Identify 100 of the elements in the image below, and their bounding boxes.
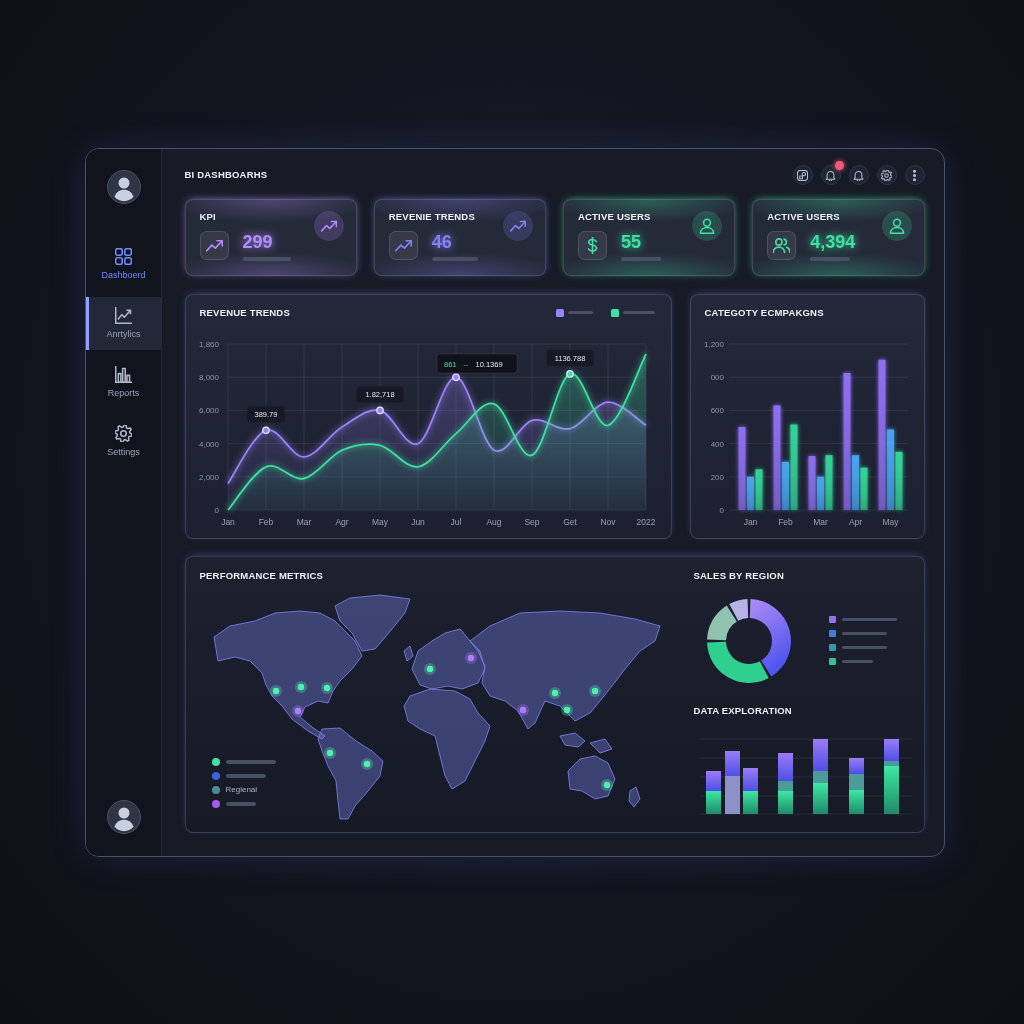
line-chart-icon: [115, 307, 132, 324]
grid-icon: [115, 248, 132, 265]
map-hotspot-icon: [560, 703, 573, 716]
map-hotspot-icon: [423, 662, 436, 675]
placeholder-line: [622, 311, 655, 314]
kpi-title: REVENIE TRENDS: [388, 210, 476, 223]
placeholder-line: [810, 256, 851, 261]
x-axis-label: May: [881, 516, 899, 527]
user-icon: [881, 210, 912, 241]
map-hotspot-icon: [291, 704, 304, 717]
y-axis-label: 8,000: [198, 372, 219, 382]
placeholder-line: [225, 759, 276, 764]
x-axis-label: Mar: [812, 516, 828, 527]
dollar-icon: [578, 230, 607, 260]
avatar-icon: [106, 170, 141, 204]
placeholder-line: [431, 256, 478, 261]
settings-button[interactable]: [876, 165, 897, 185]
section-title: SALES BY REGION: [693, 569, 785, 582]
placeholder-line: [841, 660, 873, 663]
island-shape: [559, 732, 585, 747]
x-axis-label: Agr: [334, 516, 349, 527]
placeholder-line: [841, 618, 897, 621]
bell-icon: [825, 169, 836, 181]
y-axis-label: 000: [710, 372, 724, 382]
stacked-bar: [848, 757, 864, 814]
gear-icon: [881, 169, 892, 181]
y-axis-label: 1,860: [198, 339, 219, 349]
island-shape: [589, 738, 612, 753]
y-axis-label: 0: [214, 505, 219, 515]
avatar-icon: [106, 800, 141, 834]
dashboard-title: BI DASHBOARHS: [184, 169, 268, 181]
data-point-icon: [565, 369, 574, 378]
x-axis-label: May: [371, 516, 388, 527]
section-title: PERFORMANCE METRICS: [199, 569, 325, 582]
x-axis-label: Apr: [848, 516, 862, 527]
users-icon: [767, 230, 797, 260]
chart-title: CATEGOTY ECMPAKGNS: [704, 306, 824, 320]
section-title: DATA EXPLORATION: [693, 704, 793, 717]
kpi-value: 55: [621, 231, 643, 252]
map-hotspot-icon: [323, 746, 336, 759]
placeholder-line: [621, 256, 661, 261]
y-axis-label: 400: [710, 439, 724, 449]
data-point-icon: [451, 372, 460, 381]
placeholder-line: [225, 801, 256, 806]
kpi-value: 4,394: [810, 231, 856, 252]
x-axis-label: Mar: [296, 516, 311, 527]
x-axis-label: Nov: [599, 516, 616, 527]
x-axis-label: Feb: [777, 516, 793, 527]
x-axis-label: Aug: [485, 516, 502, 527]
y-axis-label: 0: [719, 505, 724, 515]
notifications-button[interactable]: [848, 165, 869, 185]
island-shape: [403, 645, 413, 661]
y-axis-label: 6,000: [198, 405, 219, 415]
legend-label: Regienal: [225, 785, 258, 794]
nav-item[interactable]: Dashboerd: [86, 238, 161, 291]
stacked-bar: [742, 767, 758, 814]
stacked-bar: [705, 770, 721, 814]
more-button[interactable]: [904, 165, 925, 185]
placeholder-line: [567, 311, 593, 314]
island-shape: [628, 786, 640, 807]
user-icon: [692, 210, 723, 241]
shapes-icon: [797, 169, 808, 181]
y-axis-label: 2,000: [198, 472, 219, 482]
x-axis-label: Jan: [220, 516, 235, 527]
data-point-icon: [261, 426, 270, 434]
x-axis-label: Jan: [743, 516, 757, 527]
y-axis-label: 4,000: [198, 439, 219, 449]
kpi-title: KPI: [199, 210, 217, 223]
kpi-title: ACTIVE USERS: [767, 210, 841, 223]
map-hotspot-icon: [360, 757, 373, 770]
kpi-title: ACTIVE USERS: [578, 210, 652, 223]
x-axis-label: 2022: [636, 516, 655, 527]
map-hotspot-icon: [600, 778, 613, 791]
map-hotspot-icon: [588, 684, 601, 697]
y-axis-label: 200: [710, 472, 724, 482]
nav-item[interactable]: Reports: [86, 356, 161, 409]
stacked-bar: [724, 750, 740, 814]
x-axis-label: Jun: [410, 516, 425, 527]
stacked-bar: [777, 752, 793, 814]
x-axis-label: Feb: [258, 516, 273, 527]
chart-title: REVENUE TRENDS: [199, 306, 290, 320]
placeholder-line: [841, 646, 887, 649]
placeholder-line: [841, 632, 887, 635]
map-hotspot-icon: [516, 703, 529, 716]
continent-shape: [567, 755, 615, 799]
x-axis-label: Jul: [450, 516, 461, 527]
nav-item[interactable]: Settings: [86, 415, 161, 468]
apps-button[interactable]: [792, 165, 813, 185]
y-axis-label: 600: [710, 405, 724, 415]
kpi-value: 299: [242, 231, 274, 252]
map-hotspot-icon: [269, 684, 282, 697]
y-axis-label: 1,200: [703, 339, 724, 349]
gear-icon: [115, 425, 132, 442]
map-hotspot-icon: [464, 651, 477, 664]
bar-chart-icon: [115, 366, 132, 383]
nav-item[interactable]: Anrtylics: [86, 297, 161, 350]
bell-icon: [853, 169, 864, 181]
x-axis-label: Sep: [523, 516, 540, 527]
map-hotspot-icon: [548, 686, 561, 699]
map-hotspot-icon: [294, 680, 307, 693]
